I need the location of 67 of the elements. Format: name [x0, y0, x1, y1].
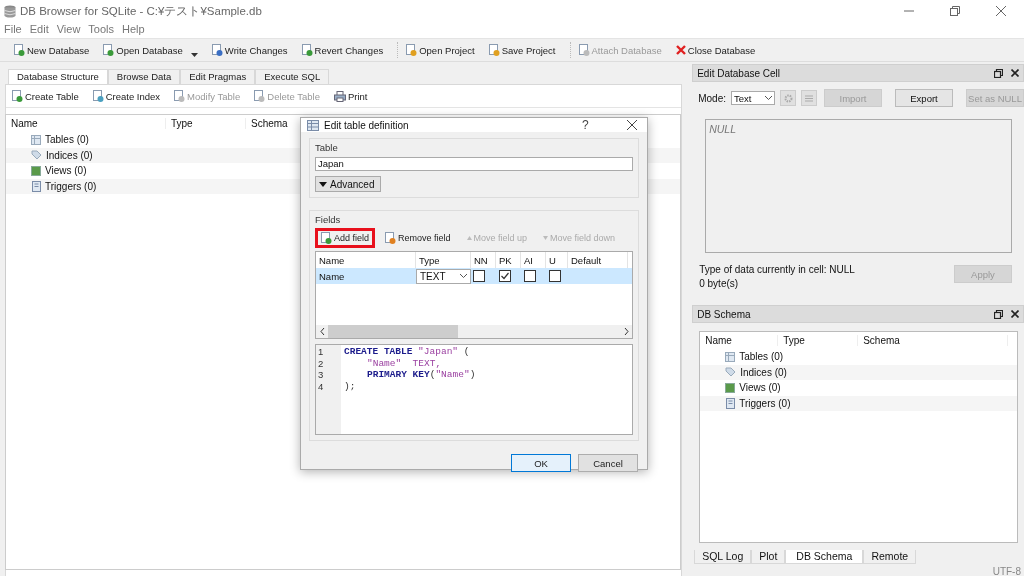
- mode-dropdown[interactable]: Text: [731, 91, 775, 105]
- toolbar-button[interactable]: Close Database: [673, 42, 758, 58]
- tab[interactable]: SQL Log: [694, 550, 752, 564]
- table-cell-text: Name: [318, 269, 346, 284]
- code-line: "Name" TEXT,: [366, 357, 443, 369]
- group-label: Table: [315, 142, 339, 153]
- tab[interactable]: Execute SQL: [255, 69, 330, 84]
- toolbar-button[interactable]: New Database: [12, 42, 92, 58]
- type-info: Type of data currently in cell: NULL: [699, 264, 855, 275]
- tab[interactable]: DB Schema: [785, 550, 864, 564]
- code-line: CREATE TABLE "Japan" (: [344, 346, 471, 358]
- tab[interactable]: Browse Data: [107, 69, 181, 84]
- tab[interactable]: Database Structure: [8, 69, 108, 84]
- tab[interactable]: Plot: [751, 550, 786, 564]
- tree-item[interactable]: Tables (0): [739, 351, 784, 363]
- field-action-button[interactable]: Add field: [318, 230, 373, 245]
- tab[interactable]: Remote: [863, 550, 917, 564]
- toolbar-button[interactable]: Open Database: [101, 41, 200, 59]
- column-header[interactable]: Name: [6, 118, 166, 129]
- toolbar-button[interactable]: Open Project: [404, 42, 477, 58]
- menu-item[interactable]: File: [4, 23, 22, 35]
- menu-item[interactable]: Edit: [29, 23, 49, 35]
- advanced-button[interactable]: Advanced: [315, 176, 381, 192]
- field-action-button[interactable]: Remove field: [382, 230, 454, 245]
- menu-item[interactable]: Help: [122, 23, 145, 35]
- column-header[interactable]: Type: [778, 335, 859, 346]
- field-row[interactable]: Name TEXT: [316, 268, 632, 284]
- tree-item[interactable]: Views (0): [45, 165, 87, 177]
- tree-item[interactable]: Indices (0): [46, 149, 93, 161]
- mode-label: Mode:: [698, 92, 726, 104]
- column-header[interactable]: Type: [166, 118, 246, 129]
- toolbar-button[interactable]: Save Project: [486, 42, 558, 58]
- code-line: PRIMARY KEY("Name"): [366, 369, 477, 381]
- cell-button[interactable]: Export: [895, 89, 953, 107]
- toolbar-button[interactable]: Print: [333, 90, 368, 102]
- group-label: Fields: [315, 214, 342, 225]
- table-name-field[interactable]: Japan: [315, 157, 633, 171]
- cell-editor[interactable]: NULL: [705, 119, 1012, 253]
- tree-item[interactable]: Views (0): [739, 382, 781, 394]
- line-number: 4: [317, 380, 325, 392]
- dialog-title: Edit table definition: [324, 119, 410, 131]
- menu-item[interactable]: Tools: [88, 23, 115, 35]
- dialog-button[interactable]: OK: [511, 454, 571, 472]
- tree-item[interactable]: Triggers (0): [739, 397, 791, 409]
- dock-title: Edit Database Cell: [697, 67, 782, 79]
- dialog-button[interactable]: Cancel: [578, 454, 638, 472]
- type-dropdown[interactable]: TEXT: [416, 268, 471, 284]
- code-line: );: [344, 380, 357, 392]
- line-number: 1: [317, 346, 325, 358]
- column-header[interactable]: Schema: [858, 335, 1009, 346]
- toolbar-button[interactable]: Write Changes: [209, 42, 290, 58]
- encoding-label: UTF-8: [992, 566, 1021, 576]
- tree-item[interactable]: Indices (0): [740, 366, 787, 378]
- tab[interactable]: Edit Pragmas: [180, 69, 256, 84]
- column-header[interactable]: Name: [700, 335, 779, 346]
- toolbar-button[interactable]: Create Table: [12, 90, 79, 102]
- line-number: 3: [317, 369, 325, 381]
- menu-item[interactable]: View: [56, 23, 81, 35]
- tree-item[interactable]: Tables (0): [45, 134, 89, 146]
- window-title: DB Browser for SQLite - C:¥テスト¥Sample.db: [20, 3, 263, 19]
- size-info: 0 byte(s): [699, 278, 739, 289]
- tree-item[interactable]: Triggers (0): [45, 180, 97, 192]
- toolbar-button[interactable]: Create Index: [92, 90, 161, 102]
- help-button[interactable]: ?: [582, 118, 612, 132]
- dock-title: DB Schema: [697, 308, 752, 320]
- toolbar-button[interactable]: Revert Changes: [299, 42, 386, 58]
- line-number: 2: [317, 357, 325, 369]
